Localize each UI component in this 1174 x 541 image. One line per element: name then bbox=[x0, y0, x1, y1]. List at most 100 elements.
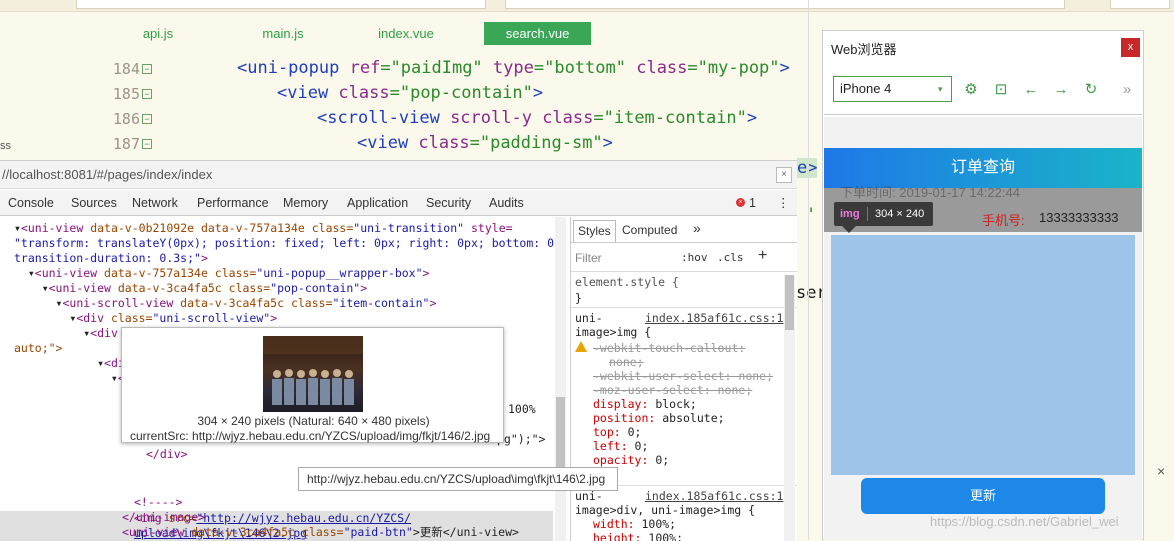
css-property[interactable]: opacity: 0; bbox=[593, 453, 773, 467]
devtools-tab-network[interactable]: Network bbox=[132, 190, 178, 216]
line-number: 187 bbox=[112, 135, 140, 153]
devtools-tab-sources[interactable]: Sources bbox=[71, 190, 117, 216]
styles-scroll-thumb[interactable] bbox=[785, 275, 794, 330]
code-line-187: <view class="padding-sm"> bbox=[357, 133, 613, 153]
badge-tag: img bbox=[840, 208, 860, 220]
back-icon[interactable]: ← bbox=[1022, 81, 1040, 99]
forward-icon[interactable]: → bbox=[1052, 81, 1070, 99]
fold-icon[interactable]: − bbox=[142, 114, 152, 124]
browser-toolbar-divider bbox=[824, 114, 1142, 115]
badge-pointer bbox=[842, 226, 856, 233]
dom-comment-node[interactable]: <!----> bbox=[134, 495, 182, 510]
dom-node-row[interactable]: ▾<div bbox=[14, 356, 132, 371]
dom-node-row[interactable]: transition-duration: 0.3s;"> bbox=[14, 251, 208, 266]
css-property[interactable]: top: 0; bbox=[593, 425, 773, 439]
css-property[interactable]: -webkit-user-select: none; bbox=[593, 369, 773, 383]
editor-tab-main-js[interactable]: main.js bbox=[248, 22, 318, 45]
update-button[interactable]: 更新 bbox=[861, 478, 1105, 514]
devtools-tab-application[interactable]: Application bbox=[347, 190, 408, 216]
css-property[interactable]: position: absolute; bbox=[593, 411, 773, 425]
console-icon[interactable]: ⊡ bbox=[992, 81, 1010, 99]
dom-node-row[interactable]: ▾<u bbox=[14, 371, 132, 386]
dom-node-row[interactable]: ▾<div class="uni-scroll-view"> bbox=[14, 311, 277, 326]
chevron-down-icon: ▾ bbox=[938, 84, 943, 94]
browser-close-button[interactable]: x bbox=[1121, 38, 1140, 57]
css-property[interactable]: -moz-user-select: none; bbox=[593, 383, 773, 397]
image-thumbnail bbox=[263, 336, 363, 412]
dom-node-fragment[interactable]: 100% bbox=[508, 402, 536, 417]
styles-tab[interactable]: Styles bbox=[573, 220, 616, 242]
css-property[interactable]: -webkit-touch-callout: bbox=[593, 341, 773, 355]
dom-node-row[interactable]: "transform: translateY(0px); position: f… bbox=[14, 236, 566, 251]
elements-scrollbar[interactable] bbox=[555, 217, 566, 541]
css-property[interactable]: none; bbox=[593, 355, 773, 369]
computed-tab[interactable]: Computed bbox=[622, 223, 677, 237]
refresh-icon[interactable]: ↻ bbox=[1082, 81, 1100, 99]
rule2-properties: width: 100%; height: 100%; bbox=[593, 517, 683, 541]
devtools-tab-audits[interactable]: Audits bbox=[489, 190, 524, 216]
dom-node-row[interactable]: ▾<uni-scroll-view data-v-3ca4fa5c class=… bbox=[14, 296, 437, 311]
rule2-selector: uni- bbox=[575, 489, 603, 503]
devtools-close-button[interactable]: × bbox=[776, 167, 792, 183]
dom-node-closing[interactable]: </uni-image> bbox=[122, 510, 205, 525]
side-close-icon[interactable]: × bbox=[1157, 463, 1165, 479]
css-property[interactable]: display: block; bbox=[593, 397, 773, 411]
image-preview-tooltip: 304 × 240 pixels (Natural: 640 × 480 pix… bbox=[121, 327, 504, 443]
editor-tab-index-vue[interactable]: index.vue bbox=[366, 22, 446, 45]
device-select[interactable]: iPhone 4 ▾ bbox=[833, 76, 952, 102]
hov-toggle[interactable]: :hov bbox=[681, 251, 708, 264]
line-number: 186 bbox=[112, 110, 140, 128]
elements-scroll-thumb[interactable] bbox=[556, 397, 565, 477]
more-tabs-icon[interactable]: » bbox=[693, 220, 701, 236]
new-rule-icon[interactable]: + bbox=[758, 247, 767, 265]
devtools-tab-security[interactable]: Security bbox=[426, 190, 471, 216]
element-style-rule[interactable]: element.style { bbox=[575, 275, 679, 289]
phone-value: 13333333333 bbox=[1039, 210, 1119, 225]
dom-node-row[interactable]: ▾<uni-view data-v-3ca4fa5c class="pop-co… bbox=[14, 281, 367, 296]
image-size-text: 304 × 240 pixels (Natural: 640 × 480 pix… bbox=[197, 414, 430, 428]
watermark: https://blog.csdn.net/Gabriel_wei bbox=[930, 514, 1119, 529]
fold-icon[interactable]: − bbox=[142, 139, 152, 149]
url-tooltip: http://wjyz.hebau.edu.cn/YZCS/upload\img… bbox=[298, 467, 618, 491]
error-icon[interactable]: × bbox=[736, 198, 745, 207]
dom-node-row[interactable]: ▾<uni-view data-v-0b21092e data-v-757a13… bbox=[14, 221, 513, 236]
editor-tab-search-vue[interactable]: search.vue bbox=[484, 22, 591, 45]
fold-icon[interactable]: − bbox=[142, 64, 152, 74]
cls-toggle[interactable]: .cls bbox=[717, 251, 744, 264]
dom-node-row[interactable]: ▾ bbox=[14, 386, 132, 401]
top-address-box-far[interactable] bbox=[1110, 0, 1170, 9]
rule1-source-link[interactable]: index.185af61c.css:1 bbox=[645, 311, 783, 325]
devtools-tab-console[interactable]: Console bbox=[8, 190, 54, 216]
styles-divider bbox=[571, 307, 797, 308]
editor-tab-api-js[interactable]: api.js bbox=[123, 22, 193, 45]
dom-node-row[interactable]: ▾<uni-view data-v-757a134e class="uni-po… bbox=[14, 266, 430, 281]
badge-size: 304 × 240 bbox=[875, 208, 925, 220]
top-address-box-right[interactable] bbox=[505, 0, 1065, 9]
styles-filter-input[interactable]: Filter bbox=[575, 251, 602, 265]
css-property[interactable]: left: 0; bbox=[593, 439, 773, 453]
dom-node-row[interactable]: auto;"> bbox=[14, 341, 62, 356]
fold-icon[interactable]: − bbox=[142, 89, 152, 99]
rule2-source-link[interactable]: index.185af61c.css:1 bbox=[645, 489, 783, 503]
devtools-menu-icon[interactable]: ⋮ bbox=[777, 190, 790, 216]
rule-close-brace: } bbox=[575, 291, 582, 305]
phone-label: 手机号: bbox=[982, 213, 1025, 228]
highlighted-image[interactable] bbox=[831, 235, 1135, 475]
gear-icon[interactable]: ⚙ bbox=[962, 81, 980, 99]
error-count[interactable]: 1 bbox=[749, 190, 756, 216]
top-address-box-left[interactable] bbox=[76, 0, 486, 9]
css-property[interactable]: width: 100%; bbox=[593, 517, 683, 531]
paid-btn-node[interactable]: <uni-view data-v-3ca4fa5c class="paid-bt… bbox=[122, 525, 519, 540]
dom-node-row[interactable]: ▾<div cl bbox=[14, 326, 138, 341]
devtools-tabbar: Console Sources Network Performance Memo… bbox=[0, 190, 797, 216]
devtools-url: //localhost:8081/#/pages/index/index bbox=[0, 161, 797, 189]
devtools-tab-performance[interactable]: Performance bbox=[197, 190, 269, 216]
dom-node-closing[interactable]: </div> bbox=[146, 447, 188, 462]
devtools-tab-memory[interactable]: Memory bbox=[283, 190, 328, 216]
browser-title: Web浏览器 bbox=[831, 42, 897, 57]
more-icon[interactable]: » bbox=[1118, 81, 1136, 99]
left-gutter-fragment: ss bbox=[0, 140, 11, 152]
dom-node-fragment[interactable]: pg");"> bbox=[497, 432, 545, 447]
styles-divider bbox=[571, 242, 797, 243]
order-time-text: 下单时间: 2019-01-17 14:22:44 bbox=[840, 185, 1020, 200]
